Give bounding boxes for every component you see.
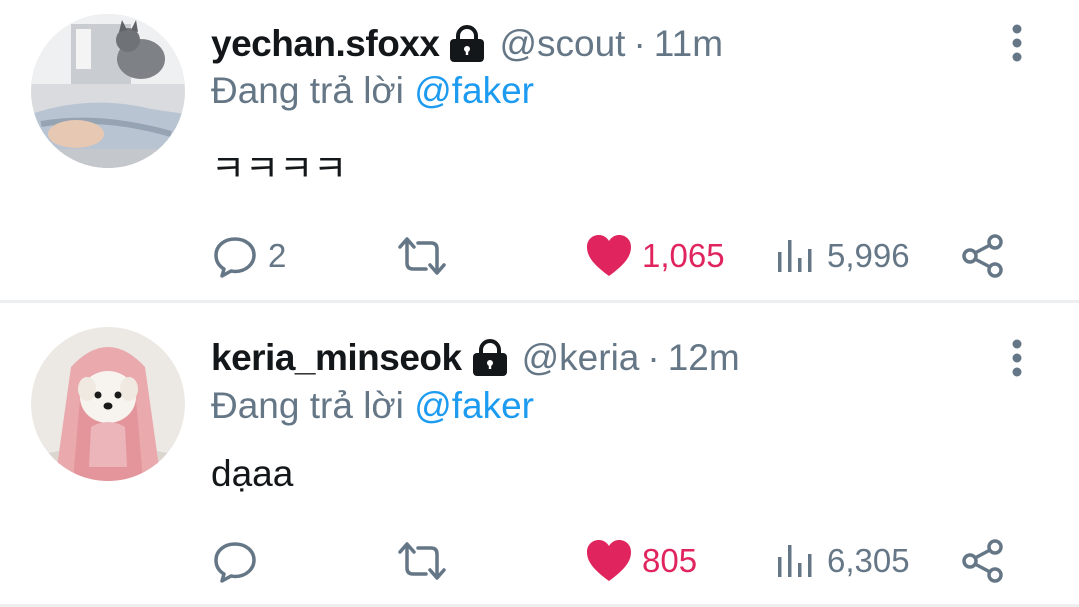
more-vertical-icon[interactable] bbox=[1004, 337, 1030, 379]
reply-button[interactable]: 2 bbox=[212, 228, 286, 284]
share-icon bbox=[962, 234, 1003, 278]
display-name[interactable]: yechan.sfoxx bbox=[211, 23, 440, 65]
views-button[interactable]: 5,996 bbox=[775, 228, 910, 284]
timestamp[interactable]: 11m bbox=[654, 23, 723, 65]
replying-to: Đang trả lời @faker bbox=[211, 385, 534, 427]
share-icon bbox=[962, 539, 1003, 583]
share-button[interactable] bbox=[960, 533, 1006, 589]
replying-to: Đang trả lời @faker bbox=[211, 70, 534, 112]
views-icon bbox=[778, 240, 812, 272]
heart-icon bbox=[587, 235, 631, 276]
user-handle[interactable]: @keria bbox=[522, 337, 640, 379]
tweet-actions: 2 1,065 5,996 bbox=[0, 228, 1079, 284]
like-count: 805 bbox=[642, 542, 698, 579]
tweet-text: ㅋㅋㅋㅋ bbox=[211, 148, 348, 189]
retweet-icon bbox=[398, 542, 446, 580]
reply-button[interactable] bbox=[212, 533, 268, 589]
like-count: 1,065 bbox=[642, 237, 725, 274]
retweet-icon bbox=[398, 237, 446, 275]
lock-icon bbox=[470, 338, 510, 378]
avatar[interactable] bbox=[31, 327, 185, 481]
display-name[interactable]: keria_minseok bbox=[211, 337, 462, 379]
replying-to-handle[interactable]: @faker bbox=[414, 70, 534, 111]
dog-avatar-icon bbox=[31, 327, 185, 481]
retweet-button[interactable] bbox=[395, 533, 459, 589]
tweet-text: dạaa bbox=[211, 453, 294, 494]
tweet-header: yechan.sfoxx @scout · 11m bbox=[211, 20, 723, 68]
views-button[interactable]: 6,305 bbox=[775, 533, 910, 589]
user-handle[interactable]: @scout bbox=[499, 23, 625, 65]
heart-icon bbox=[587, 540, 631, 581]
replying-to-handle[interactable]: @faker bbox=[414, 385, 534, 426]
more-vertical-icon[interactable] bbox=[1004, 22, 1030, 64]
views-icon bbox=[778, 545, 812, 577]
replying-to-label: Đang trả lời bbox=[211, 385, 404, 426]
like-button[interactable]: 1,065 bbox=[586, 228, 725, 284]
tweet-header: keria_minseok @keria · 12m bbox=[211, 334, 740, 382]
separator-dot: · bbox=[633, 23, 646, 64]
reply-icon bbox=[214, 237, 256, 278]
retweet-button[interactable] bbox=[395, 228, 459, 284]
replying-to-label: Đang trả lời bbox=[211, 70, 404, 111]
views-count: 6,305 bbox=[827, 542, 910, 579]
timestamp[interactable]: 12m bbox=[668, 337, 740, 379]
avatar[interactable] bbox=[31, 14, 185, 168]
like-button[interactable]: 805 bbox=[586, 533, 697, 589]
cat-avatar-icon bbox=[31, 14, 185, 168]
tweet-actions: 805 6,305 bbox=[0, 533, 1079, 589]
separator-dot: · bbox=[647, 337, 660, 378]
tweet[interactable]: keria_minseok @keria · 12m Đang trả lời … bbox=[0, 303, 1079, 607]
tweet[interactable]: yechan.sfoxx @scout · 11m Đang trả lời @… bbox=[0, 0, 1079, 303]
share-button[interactable] bbox=[960, 228, 1006, 284]
views-count: 5,996 bbox=[827, 237, 910, 274]
reply-count: 2 bbox=[268, 237, 287, 274]
reply-icon bbox=[214, 542, 256, 583]
lock-icon bbox=[447, 24, 487, 64]
